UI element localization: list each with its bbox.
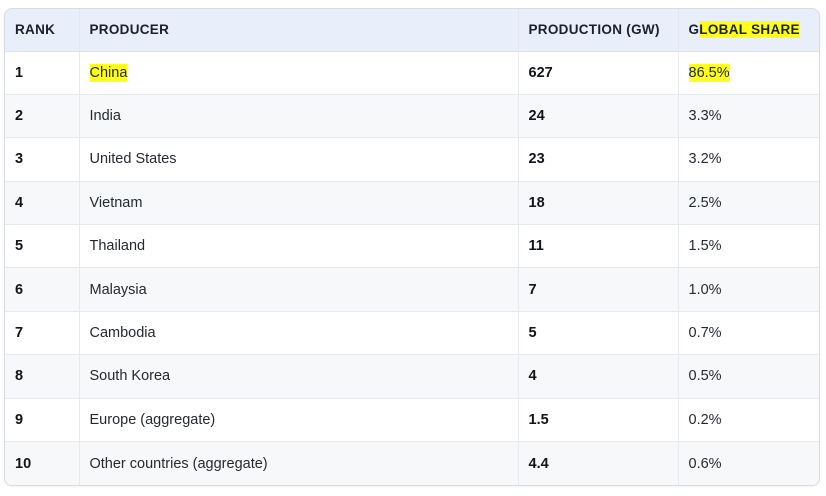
cell-production: 7 — [518, 267, 679, 312]
column-header-global-share: GLOBAL SHARE — [678, 9, 819, 52]
cell-share: 3.2% — [678, 137, 819, 182]
cell-share: 0.6% — [688, 455, 722, 472]
cell-share: 0.5% — [678, 354, 819, 399]
production-table: RANK PRODUCER PRODUCTION (GW) GLOBAL SHA… — [5, 9, 819, 485]
cell-producer: China — [79, 51, 519, 95]
table-row: 8 South Korea 4 0.5% — [5, 354, 819, 399]
cell-share: 0.7% — [678, 311, 819, 356]
table-row: 2 India 24 3.3% — [5, 94, 819, 139]
cell-producer: South Korea — [79, 354, 519, 399]
cell-production: 627 — [518, 51, 679, 95]
cell-rank: 3 — [5, 137, 80, 182]
cell-rank: 5 — [5, 224, 80, 269]
cell-rank: 10 — [5, 441, 80, 485]
table-row: 10 Other countries (aggregate) 4.4 0.6% — [5, 441, 819, 485]
cell-share: 0.2% — [678, 398, 819, 443]
cell-rank: 9 — [5, 398, 80, 443]
cell-producer: Vietnam — [79, 181, 519, 226]
cell-share: 86.5% — [678, 51, 819, 95]
cell-producer: India — [79, 94, 519, 139]
table-row: 5 Thailand 11 1.5% — [5, 224, 819, 269]
cell-producer: Cambodia — [79, 311, 519, 356]
table-row: 6 Malaysia 7 1.0% — [5, 267, 819, 312]
cell-rank: 2 — [5, 94, 80, 139]
cell-rank: 1 — [5, 51, 80, 95]
cell-producer: United States — [79, 137, 519, 182]
column-header-producer: PRODUCER — [79, 9, 519, 52]
highlighted-producer: China — [89, 63, 128, 82]
cell-production: 4 — [518, 354, 679, 399]
table-row: 3 United States 23 3.2% — [5, 137, 819, 182]
table-row: 7 Cambodia 5 0.7% — [5, 311, 819, 356]
highlighted-share: 86.5% — [688, 63, 730, 82]
cell-producer: Thailand — [79, 224, 519, 269]
table-body: 1 China 627 86.5% 2 India 24 3.3% 3 Unit… — [5, 51, 819, 485]
column-header-production: PRODUCTION (GW) — [518, 9, 679, 52]
cell-rank: 7 — [5, 311, 80, 356]
cell-producer: Malaysia — [79, 267, 519, 312]
cell-production: 24 — [518, 94, 679, 139]
cell-production: 5 — [518, 311, 679, 356]
cell-rank: 4 — [5, 181, 80, 226]
cell-share: 3.3% — [678, 94, 819, 139]
cell-production: 4.4 — [518, 441, 679, 485]
cell-share: 1.0% — [678, 267, 819, 312]
cell-production: 11 — [518, 224, 679, 269]
table-header: RANK PRODUCER PRODUCTION (GW) GLOBAL SHA… — [5, 9, 819, 52]
cell-rank: 6 — [5, 267, 80, 312]
cell-producer: Other countries (aggregate) — [79, 441, 519, 485]
cell-production: 18 — [518, 181, 679, 226]
header-row: RANK PRODUCER PRODUCTION (GW) GLOBAL SHA… — [5, 9, 819, 52]
cell-share: 1.5% — [678, 224, 819, 269]
cell-rank: 8 — [5, 354, 80, 399]
table-row: 1 China 627 86.5% — [5, 51, 819, 95]
cell-production: 23 — [518, 137, 679, 182]
data-table-container: RANK PRODUCER PRODUCTION (GW) GLOBAL SHA… — [4, 8, 820, 486]
table-row: 9 Europe (aggregate) 1.5 0.2% — [5, 398, 819, 443]
highlighted-header-text: GLOBAL SHARE — [688, 21, 800, 39]
cell-production: 1.5 — [518, 398, 679, 443]
cell-producer: Europe (aggregate) — [79, 398, 519, 443]
cell-share: 2.5% — [678, 181, 819, 226]
table-row: 4 Vietnam 18 2.5% — [5, 181, 819, 226]
column-header-rank: RANK — [5, 9, 80, 52]
